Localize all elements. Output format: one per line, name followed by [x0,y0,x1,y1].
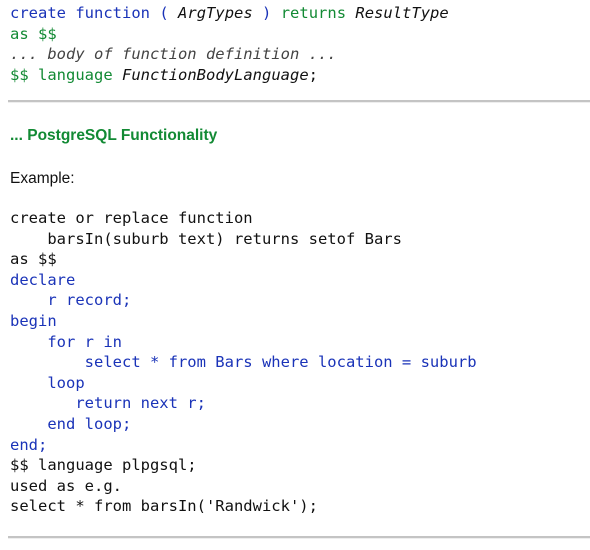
example-code-line: used as e.g. [10,476,122,495]
arg-types-placeholder: ArgTypes [178,4,253,22]
syntax-line-2: as $$ [10,25,57,43]
result-type-placeholder: ResultType [355,4,449,22]
section-heading: ... PostgreSQL Functionality [10,127,218,144]
syntax-line-3-body-comment: ... body of function definition ... [10,45,337,63]
keyword-function: function [75,4,150,22]
example-code-block: create or replace function barsIn(suburb… [10,208,477,517]
example-code-line: as $$ [10,250,57,269]
keyword-as: as [10,24,29,43]
dollar-quote-open: $$ [38,24,57,43]
divider-bottom [8,536,590,539]
dollar-quote-close: $$ [10,65,29,84]
example-code-line: begin [10,311,57,330]
keyword-create: create [10,4,66,22]
syntax-line-4: $$ language FunctionBodyLanguage; [10,66,318,84]
example-code-line: declare [10,270,76,289]
keyword-language: language [38,65,113,84]
example-label: Example: [10,170,75,187]
statement-semicolon: ; [308,65,318,84]
close-paren: ) [262,4,272,22]
example-code-line: barsIn(suburb text) returns setof Bars [10,229,402,248]
open-paren: ( [159,4,169,22]
keyword-returns: returns [280,4,347,22]
example-code-line: end loop; [10,414,132,433]
example-code-line: $$ language plpgsql; [10,456,197,475]
example-code-line: r record; [10,291,132,310]
example-code-line: create or replace function [10,209,253,227]
syntax-code-block: create function ( ArgTypes ) returns Res… [10,3,449,85]
example-code-line: return next r; [10,394,206,413]
divider-top [8,100,590,103]
example-code-line: end; [10,435,48,454]
example-code-line: for r in [10,332,122,351]
example-code-line: select * from barsIn('Randwick'); [10,497,318,516]
example-code-line: loop [10,373,85,392]
syntax-line-1: create function ( ArgTypes ) returns Res… [10,4,449,22]
function-body-language-placeholder: FunctionBodyLanguage [122,65,309,84]
example-code-line: select * from Bars where location = subu… [10,353,477,372]
